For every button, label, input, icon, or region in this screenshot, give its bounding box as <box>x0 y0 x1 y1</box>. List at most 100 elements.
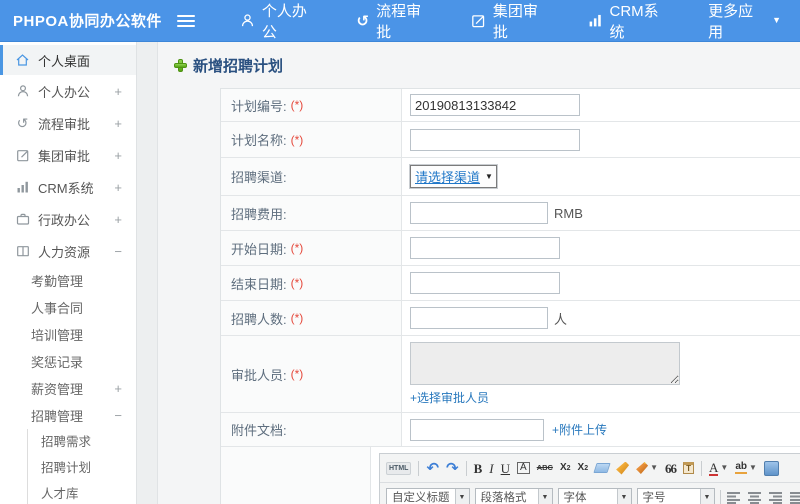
sidebar-gap <box>137 42 158 504</box>
topnav-more-apps[interactable]: 更多应用 ▼ <box>689 0 800 42</box>
sidebar-item-admin-office[interactable]: 行政办公 + <box>0 203 136 235</box>
collapse-minus-icon[interactable]: − <box>114 244 122 259</box>
approvers-textarea[interactable] <box>410 342 680 385</box>
align-center-icon[interactable] <box>747 491 763 504</box>
expand-plus-icon[interactable]: + <box>114 212 122 227</box>
sidebar-item-crm[interactable]: CRM系统 + <box>0 171 136 203</box>
sidebar-item-group-approval[interactable]: 集团审批 + <box>0 139 136 171</box>
font-color-button[interactable]: A ▼ <box>709 461 728 476</box>
user-icon <box>240 13 255 28</box>
caret-down-icon: ▼ <box>772 15 781 25</box>
sidebar-item-reward-punish[interactable]: 奖惩记录 <box>0 348 136 375</box>
align-justify-icon[interactable] <box>789 491 800 504</box>
undo-icon[interactable]: ↶ <box>426 461 439 476</box>
expand-plus-icon[interactable]: + <box>114 381 122 396</box>
sidebar-item-recruit-demand[interactable]: 招聘需求 <box>28 429 136 455</box>
superscript-button[interactable]: X2 <box>560 463 571 473</box>
bold-button[interactable]: B <box>474 462 483 475</box>
select-value: 字体 <box>563 492 587 504</box>
attachment-input[interactable] <box>410 418 544 441</box>
select-value: 字号 <box>642 492 666 504</box>
font-family-select[interactable]: 字体 ▼ <box>557 487 632 504</box>
html-source-button[interactable]: HTML <box>386 461 412 475</box>
subscript-button[interactable]: X2 <box>578 463 589 473</box>
expand-plus-icon[interactable]: + <box>114 84 122 99</box>
collapse-minus-icon[interactable]: − <box>114 408 122 423</box>
headcount-unit-label: 人 <box>554 311 568 327</box>
sidebar-item-recruit-mgmt[interactable]: 招聘管理 − <box>0 402 136 429</box>
menu-hamburger-icon[interactable] <box>177 14 195 27</box>
expand-plus-icon[interactable]: + <box>114 148 122 163</box>
start-date-input[interactable] <box>410 237 560 259</box>
select-caret-icon: ▼ <box>616 488 631 504</box>
recruit-plan-form: 计划编号: (*) 计划名称: (*) 招聘渠道: 请选择渠道 ▼ <box>220 88 800 504</box>
sidebar-item-label: 集团审批 <box>38 148 91 164</box>
blockquote-button[interactable]: 66 <box>665 462 677 475</box>
sidebar-item-desktop[interactable]: 个人桌面 <box>0 45 136 75</box>
paste-text-icon[interactable]: T <box>683 462 695 474</box>
rich-text-editor: HTML ↶ ↷ B I U A ABC X2 X 2 ▼ 66 T A ▼ a… <box>379 453 800 504</box>
topnav-personal-office[interactable]: 个人办公 <box>221 0 338 42</box>
topnav-group-approval[interactable]: 集团审批 <box>452 0 569 42</box>
plan-no-input[interactable] <box>410 94 580 116</box>
font-border-button[interactable]: A <box>517 462 530 474</box>
paragraph-format-select[interactable]: 段落格式 ▼ <box>474 487 553 504</box>
select-caret-icon: ▼ <box>485 172 493 181</box>
end-date-input[interactable] <box>410 272 560 294</box>
sidebar-subitem-label: 考勤管理 <box>31 274 84 289</box>
topnav-label: 流程审批 <box>376 2 422 41</box>
italic-button[interactable]: I <box>489 462 493 475</box>
form-row-end-date: 结束日期: (*) <box>221 266 800 301</box>
font-size-select[interactable]: 字号 ▼ <box>636 487 715 504</box>
expand-plus-icon[interactable]: + <box>114 116 122 131</box>
sidebar-item-hr[interactable]: 人力资源 − <box>0 235 136 267</box>
required-marker: (*) <box>290 98 304 112</box>
format-painter-icon[interactable]: ▼ <box>636 462 658 474</box>
channel-select[interactable]: 请选择渠道 ▼ <box>410 165 497 188</box>
attachment-upload-link[interactable]: +附件上传 <box>552 421 607 438</box>
sidebar-item-attendance[interactable]: 考勤管理 <box>0 267 136 294</box>
form-row-plan-no: 计划编号: (*) <box>221 89 800 122</box>
sidebar-item-salary[interactable]: 薪资管理 + <box>0 375 136 402</box>
select-approvers-link[interactable]: +选择审批人员 <box>410 389 800 406</box>
headcount-input[interactable] <box>410 307 548 329</box>
topnav-label: 更多应用 <box>708 2 754 41</box>
sidebar: 个人桌面 个人办公 + ↺ 流程审批 + 集团审批 + CRM系统 + 行政办公… <box>0 42 137 504</box>
editor-toolbar-row2: 自定义标题 ▼ 段落格式 ▼ 字体 ▼ 字号 ▼ <box>380 483 800 504</box>
form-row-headcount: 招聘人数: (*) 人 <box>221 301 800 336</box>
sidebar-item-personal-office[interactable]: 个人办公 + <box>0 75 136 107</box>
brand-logo: PHPOA协同办公软件 <box>13 13 162 30</box>
topnav-workflow-approval[interactable]: ↺ 流程审批 <box>337 0 451 42</box>
field-label: 结束日期: <box>231 276 287 292</box>
editor-toolbar-row1: HTML ↶ ↷ B I U A ABC X2 X 2 ▼ 66 T A ▼ a… <box>380 454 800 483</box>
field-label: 计划名称: <box>231 133 287 148</box>
eraser-icon[interactable] <box>593 463 611 473</box>
sidebar-item-workflow-approval[interactable]: ↺ 流程审批 + <box>0 107 136 139</box>
sidebar-item-talent-pool[interactable]: 人才库 <box>28 481 136 504</box>
home-icon <box>14 53 31 68</box>
fee-input[interactable] <box>410 202 548 224</box>
sidebar-item-training[interactable]: 培训管理 <box>0 321 136 348</box>
align-left-icon[interactable] <box>726 491 742 504</box>
sidebar-subitem-label: 招聘管理 <box>31 409 84 424</box>
required-marker: (*) <box>290 276 304 290</box>
underline-button[interactable]: U <box>501 462 510 475</box>
sidebar-item-recruit-plan[interactable]: 招聘计划 <box>28 455 136 481</box>
edit-icon <box>14 148 31 163</box>
custom-heading-select[interactable]: 自定义标题 ▼ <box>386 487 470 504</box>
required-marker: (*) <box>290 132 304 147</box>
form-row-plan-name: 计划名称: (*) <box>221 122 800 158</box>
highlight-color-button[interactable]: ab ▼ <box>735 462 757 474</box>
expand-plus-icon[interactable]: + <box>114 180 122 195</box>
topnav-label: 集团审批 <box>492 2 538 41</box>
sidebar-item-hr-contract[interactable]: 人事合同 <box>0 294 136 321</box>
topnav-crm-system[interactable]: CRM系统 <box>569 0 690 42</box>
strikethrough-button[interactable]: ABC <box>537 464 553 472</box>
align-right-icon[interactable] <box>768 491 784 504</box>
page-title: 新增招聘计划 <box>174 55 283 76</box>
redo-icon[interactable]: ↷ <box>446 461 459 476</box>
insert-image-icon[interactable] <box>763 460 779 476</box>
sidebar-item-label: 行政办公 <box>38 212 91 228</box>
plan-name-input[interactable] <box>410 128 580 151</box>
clear-format-icon[interactable] <box>616 461 630 475</box>
